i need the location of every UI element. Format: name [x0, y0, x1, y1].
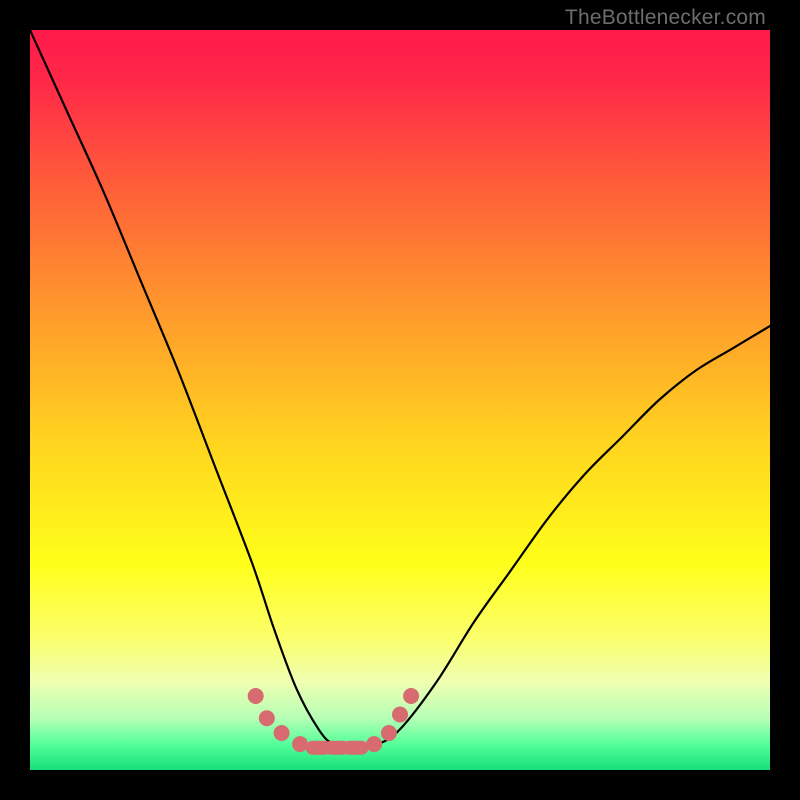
curve-marker [381, 725, 397, 741]
curve-marker [274, 725, 290, 741]
chart-plot-area [30, 30, 770, 770]
curve-marker [248, 688, 264, 704]
curve-marker [292, 736, 308, 752]
curve-marker [392, 707, 408, 723]
bottleneck-curve [30, 30, 770, 748]
curve-bottom-markers [248, 688, 419, 755]
watermark-text: TheBottlenecker.com [565, 6, 766, 30]
curve-marker [343, 741, 369, 755]
chart-curve-layer [30, 30, 770, 770]
curve-marker [366, 736, 382, 752]
curve-marker [403, 688, 419, 704]
curve-marker [259, 710, 275, 726]
